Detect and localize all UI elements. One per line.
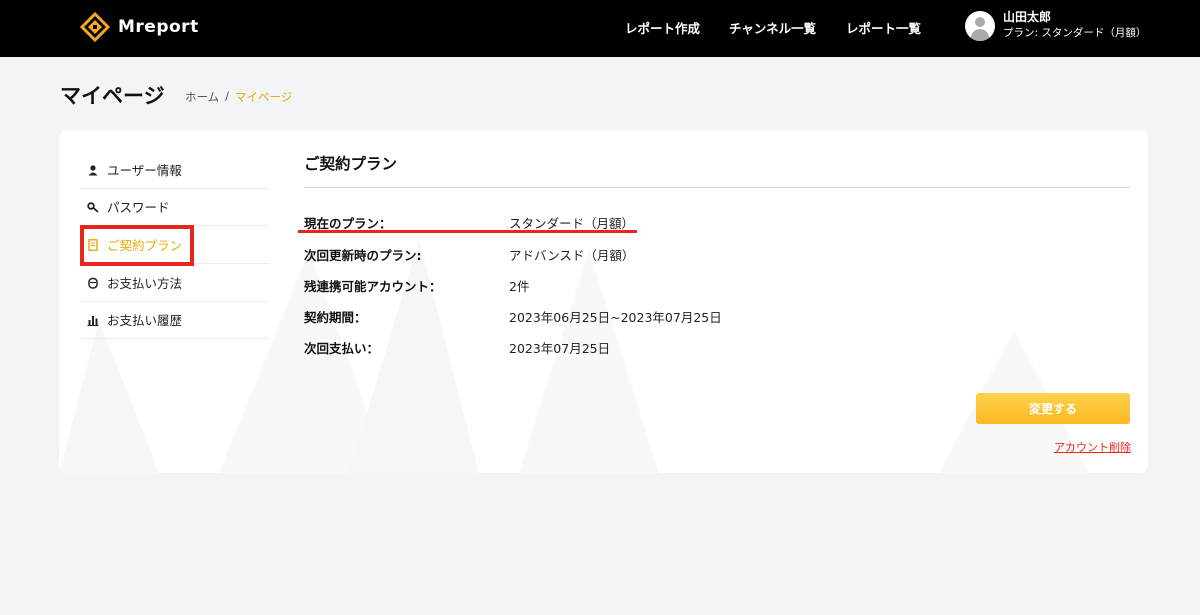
- user-name: 山田太郎: [1003, 10, 1052, 24]
- delete-account-link[interactable]: アカウント削除: [1054, 439, 1131, 455]
- sidebar-item-user-info[interactable]: ユーザー情報: [79, 151, 269, 189]
- value-contract-period: 2023年06月25日~2023年07月25日: [509, 310, 722, 325]
- highlight-box: [80, 225, 194, 266]
- sidebar-item-password[interactable]: パスワード: [79, 188, 269, 226]
- label-contract-period: 契約期間：: [304, 310, 367, 325]
- highlight-underline: [298, 230, 637, 233]
- nav-report-list[interactable]: レポート一覧: [846, 18, 921, 37]
- sidebar-item-payment-history[interactable]: お支払い履歴: [79, 301, 269, 339]
- sidebar-item-label: ユーザー情報: [107, 163, 182, 178]
- breadcrumb-separator: /: [225, 89, 230, 103]
- mypage-card: ユーザー情報 パスワード ご契約プラン お支払い方法 お支払い履歴 ご契約プラン…: [59, 130, 1148, 473]
- breadcrumb-current: マイページ: [235, 90, 293, 104]
- sidebar-item-payment-method[interactable]: お支払い方法: [79, 264, 269, 302]
- nav-report-create[interactable]: レポート作成: [625, 18, 700, 37]
- user-plan: プラン: スタンダード（月額）: [1003, 27, 1147, 39]
- logo-text: Mreport: [118, 17, 199, 37]
- value-next-payment: 2023年07月25日: [509, 341, 611, 356]
- divider: [304, 187, 1130, 188]
- label-next-plan: 次回更新時のプラン:: [304, 248, 422, 263]
- label-remaining-accounts: 残連携可能アカウント：: [304, 279, 442, 294]
- avatar: [965, 10, 995, 41]
- sidebar-item-label: お支払い履歴: [107, 313, 183, 328]
- value-next-plan: アドバンスド（月額）: [509, 248, 635, 263]
- logo-icon: [80, 12, 110, 42]
- key-icon: [87, 201, 99, 213]
- label-next-payment: 次回支払い：: [304, 341, 380, 356]
- logo[interactable]: Mreport: [80, 12, 199, 42]
- wallet-icon: [88, 277, 98, 289]
- user-menu[interactable]: 山田太郎 プラン: スタンダード（月額）: [965, 10, 1146, 41]
- page-title: マイページ: [60, 84, 165, 108]
- sidebar-item-label: お支払い方法: [107, 276, 183, 291]
- user-icon: [88, 164, 98, 175]
- nav-channel-list[interactable]: チャンネル一覧: [729, 18, 816, 37]
- value-remaining-accounts: 2件: [509, 279, 530, 294]
- sidebar-item-label: パスワード: [107, 200, 170, 215]
- section-title: ご契約プラン: [304, 155, 398, 173]
- top-navbar: Mreport レポート作成 チャンネル一覧 レポート一覧 山田太郎 プラン: …: [0, 0, 1200, 57]
- change-plan-button[interactable]: 変更する: [976, 393, 1130, 424]
- breadcrumb: ホーム / マイページ: [185, 89, 292, 105]
- bar-chart-icon: [87, 315, 99, 326]
- breadcrumb-home[interactable]: ホーム: [185, 89, 219, 105]
